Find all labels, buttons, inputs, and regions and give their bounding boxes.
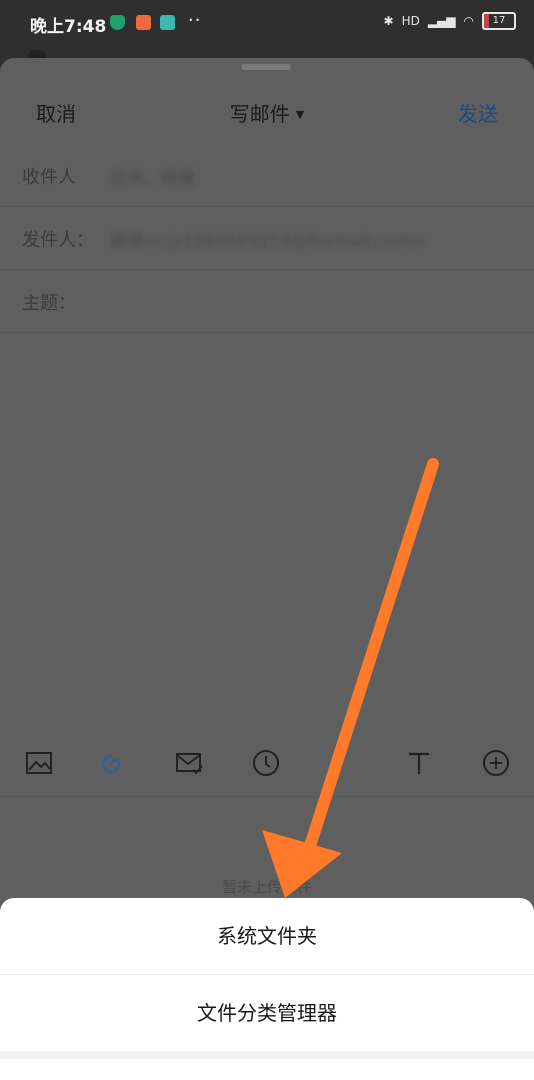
from-label: 发件人： [22, 230, 94, 251]
drag-handle[interactable] [241, 64, 291, 70]
system-folder-option[interactable]: 系统文件夹 [0, 898, 534, 975]
image-icon[interactable] [24, 748, 54, 778]
network-hd-label: HD [401, 14, 420, 28]
to-field[interactable]: 收件人 后来、眼瞳 [0, 144, 534, 207]
more-notifications: ·· [188, 10, 202, 31]
compose-title[interactable]: 写邮件 ▼ [0, 98, 534, 127]
signal-icon: ▂▄▆ [427, 14, 456, 28]
orange-app-icon [136, 15, 151, 30]
subject-field[interactable]: 主题： [0, 270, 534, 333]
compose-header: 取消 写邮件 ▼ 发送 [0, 84, 534, 140]
from-field[interactable]: 发件人： 静静<cjx1580589214@foxmail.com> [0, 207, 534, 270]
compose-toolbar [0, 734, 534, 797]
clock-icon[interactable] [251, 748, 281, 778]
compose-title-text: 写邮件 [229, 102, 290, 126]
status-time: 晚上7:48 [30, 17, 107, 37]
subject-label: 主题： [22, 293, 76, 314]
status-bar: 晚上7:48 ·· ✱ HD ▂▄▆ ◠ 17 [0, 0, 534, 46]
battery-level: 17 [492, 15, 506, 26]
file-manager-option[interactable]: 文件分类管理器 [0, 975, 534, 1051]
status-right: ✱ HD ▂▄▆ ◠ 17 [383, 12, 516, 30]
wifi-icon: ◠ [463, 14, 474, 28]
battery-fill [484, 14, 490, 28]
caret-down-icon: ▼ [295, 108, 305, 121]
attachment-source-sheet: 系统文件夹 文件分类管理器 [0, 898, 534, 1080]
battery-icon: 17 [482, 12, 516, 30]
to-label: 收件人 [22, 167, 76, 188]
mail-check-icon[interactable] [174, 748, 204, 778]
shield-icon [110, 15, 125, 30]
to-value: 后来、眼瞳 [110, 169, 195, 189]
add-circle-icon[interactable] [481, 748, 511, 778]
text-format-icon[interactable] [404, 748, 434, 778]
from-value: 静静<cjx1580589214@foxmail.com> [110, 232, 426, 252]
attachment-link-icon[interactable] [98, 748, 128, 778]
send-button[interactable]: 发送 [458, 98, 498, 127]
sheet-divider [0, 1051, 534, 1059]
attachments-empty-text: 暂未上传文件 [221, 878, 312, 896]
teal-app-icon [160, 15, 175, 30]
bluetooth-icon: ✱ [383, 14, 394, 28]
